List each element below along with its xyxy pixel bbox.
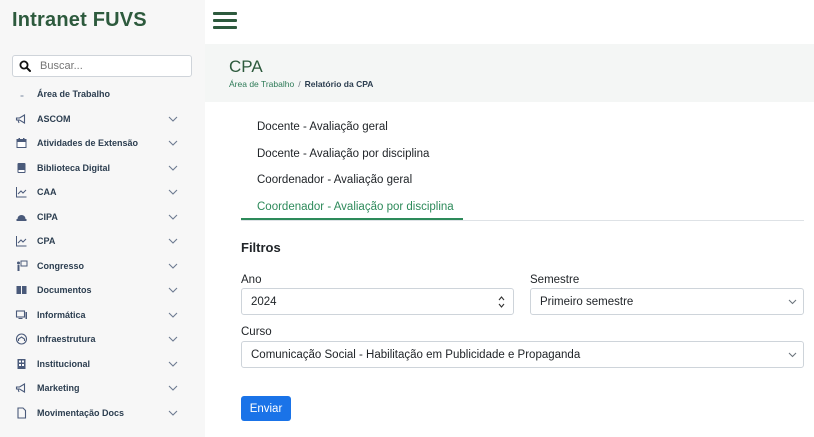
sidebar-item-label: Marketing [37,383,80,394]
line-chart-icon [14,186,28,198]
ano-input[interactable]: 2024 [241,288,514,315]
presenter-icon [14,260,28,272]
top-bar [205,0,814,44]
sidebar-item-atividades-de-extensao[interactable]: Atividades de Extensão [14,131,194,156]
brand-title[interactable]: Intranet FUVS [12,9,147,32]
sidebar-item-label: Documentos [37,285,92,296]
sidebar-item-congresso[interactable]: Congresso [14,254,194,279]
chevron-down-icon[interactable] [168,164,178,172]
folders-icon [14,284,28,296]
sidebar-item-biblioteca-digital[interactable]: Biblioteca Digital [14,156,194,181]
semestre-label: Semestre [530,274,580,286]
breadcrumb-separator: / [298,79,301,89]
sidebar-item-cipa[interactable]: CIPA [14,205,194,230]
curso-value: Comunicação Social - Habilitação em Publ… [251,348,581,361]
chevron-down-icon[interactable] [168,335,178,343]
sidebar-item-cpa[interactable]: CPA [14,229,194,254]
sidebar-item-label: CIPA [37,211,58,222]
megaphone-icon [14,382,28,394]
book-icon [14,162,28,174]
curso-select[interactable]: Comunicação Social - Habilitação em Publ… [241,341,804,368]
ano-label: Ano [241,274,262,286]
breadcrumb-current: Relatório da CPA [304,79,374,89]
calendar-icon [14,137,28,149]
sidebar-item-institucional[interactable]: Institucional [14,352,194,377]
hard-hat-icon [14,211,28,223]
sidebar-item-documentos[interactable]: Documentos [14,278,194,303]
sidebar-item-label: ASCOM [37,113,71,124]
chevron-down-icon [788,299,797,305]
report-tabs: Docente - Avaliação geral Docente - Aval… [241,114,804,221]
enviar-button[interactable]: Enviar [241,396,291,421]
filters-heading: Filtros [241,240,281,255]
line-chart-icon [14,235,28,247]
computer-icon [14,309,28,321]
search-box[interactable] [12,55,192,77]
sidebar-item-label: Área de Trabalho [37,89,111,100]
sidebar-item-label: CPA [37,236,56,247]
desktop-icon [14,88,28,100]
sidebar-item-label: Biblioteca Digital [37,162,111,173]
chevron-down-icon[interactable] [168,115,178,123]
sidebar-item-infraestrutura[interactable]: Infraestrutura [14,327,194,352]
sidebar-item-label: Movimentação Docs [37,407,125,418]
sidebar-item-label: Infraestrutura [37,334,96,345]
chevron-down-icon[interactable] [168,311,178,319]
sidebar-item-ascom[interactable]: ASCOM [14,107,194,132]
search-input[interactable] [40,60,180,72]
chevron-down-icon[interactable] [168,262,178,270]
page-header: CPA Área de Trabalho / Relatório da CPA [205,44,814,102]
sidebar-item-label: Institucional [37,358,91,369]
chevron-down-icon[interactable] [168,188,178,196]
menu-toggle-icon[interactable] [213,12,237,30]
chevron-down-icon[interactable] [168,237,178,245]
sidebar-nav: Área de Trabalho ASCOM Atividades de Ext… [14,82,194,425]
sidebar: Intranet FUVS Área de Trabalho ASCOM Ati… [0,0,205,437]
institution-icon [14,358,28,370]
document-icon [14,407,28,419]
search-icon [19,60,31,72]
sidebar-item-label: Congresso [37,260,85,271]
page: Intranet FUVS Área de Trabalho ASCOM Ati… [0,0,814,437]
sidebar-item-caa[interactable]: CAA [14,180,194,205]
tab-docente-avaliacao-geral[interactable]: Docente - Avaliação geral [241,114,804,141]
chevron-down-icon[interactable] [168,409,178,417]
semestre-select[interactable]: Primeiro semestre [530,288,804,315]
main-content: Docente - Avaliação geral Docente - Aval… [205,102,814,437]
sidebar-item-movimentacao-docs[interactable]: Movimentação Docs [14,401,194,426]
chevron-down-icon[interactable] [168,360,178,368]
page-title: CPA [229,57,263,76]
chevron-down-icon[interactable] [168,139,178,147]
sidebar-item-label: Atividades de Extensão [37,138,139,149]
megaphone-icon [14,113,28,125]
tab-docente-avaliacao-por-disciplina[interactable]: Docente - Avaliação por disciplina [241,141,804,168]
chevron-down-icon[interactable] [168,384,178,392]
sidebar-item-informatica[interactable]: Informática [14,303,194,328]
tab-coordenador-avaliacao-por-disciplina[interactable]: Coordenador - Avaliação por disciplina [241,194,463,220]
semestre-value: Primeiro semestre [540,295,634,308]
sidebar-item-label: Informática [37,309,86,320]
spinner-icon[interactable] [498,295,505,309]
tab-coordenador-avaliacao-geral[interactable]: Coordenador - Avaliação geral [241,167,804,194]
breadcrumb-link-area-de-trabalho[interactable]: Área de Trabalho [229,79,294,89]
ano-value: 2024 [251,295,277,308]
chevron-down-icon[interactable] [168,286,178,294]
sidebar-item-area-de-trabalho[interactable]: Área de Trabalho [14,82,194,107]
chevron-down-icon[interactable] [168,213,178,221]
chevron-down-icon [788,352,797,358]
building-icon [14,333,28,345]
breadcrumb: Área de Trabalho / Relatório da CPA [229,79,373,89]
sidebar-item-label: CAA [37,187,57,198]
curso-label: Curso [241,326,272,338]
sidebar-item-marketing[interactable]: Marketing [14,376,194,401]
